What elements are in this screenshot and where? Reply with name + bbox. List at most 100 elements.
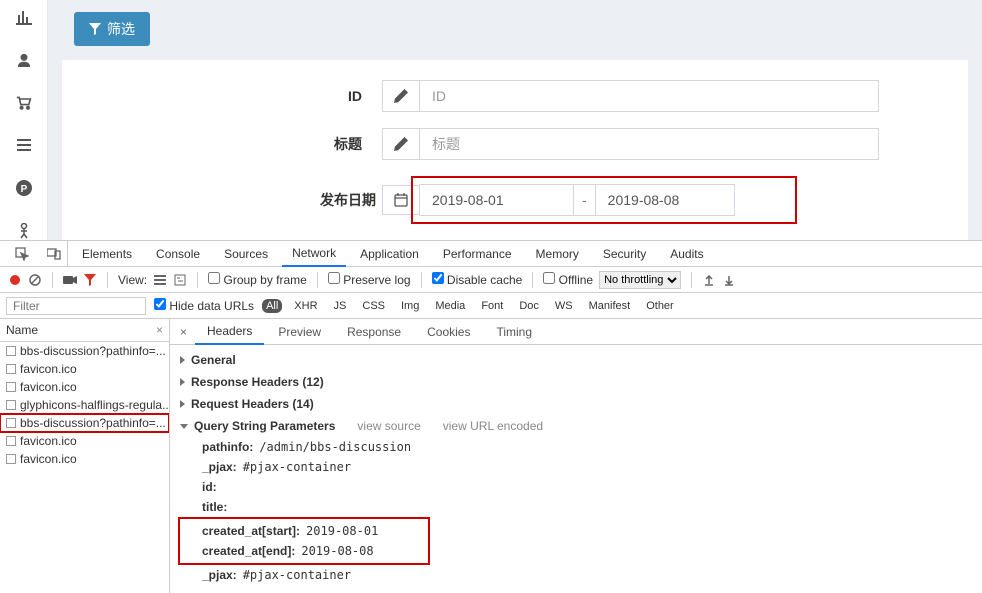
file-icon [6,436,16,446]
detail-tab-response[interactable]: Response [335,319,413,345]
upload-icon[interactable] [702,273,716,287]
tab-audits[interactable]: Audits [660,241,713,267]
offline[interactable]: Offline [543,272,593,287]
close-detail-icon[interactable]: × [174,325,193,339]
param-key: id: [202,478,217,496]
devtools: Elements Console Sources Network Applica… [0,240,982,593]
type-manifest[interactable]: Manifest [585,299,635,313]
type-all[interactable]: All [262,299,282,313]
type-doc[interactable]: Doc [515,299,543,313]
tab-elements[interactable]: Elements [72,241,142,267]
inspect-icon[interactable] [8,241,36,267]
detail-tabs: × Headers Preview Response Cookies Timin… [170,319,982,345]
file-icon [6,454,16,464]
type-font[interactable]: Font [477,299,507,313]
clear-icon[interactable] [28,273,42,287]
network-toolbar: View: Group by frame Preserve log Disabl… [0,267,982,293]
form-row-id: ID [102,80,928,112]
file-icon [6,400,16,410]
section-general[interactable]: General [180,349,972,371]
id-label: ID [102,88,382,104]
detail-tab-timing[interactable]: Timing [484,319,544,345]
cart-icon[interactable] [14,93,34,112]
main-content: 筛选 ID 标题 [48,0,982,240]
section-query-params[interactable]: Query String Parameters view source view… [180,415,972,437]
detail-tab-preview[interactable]: Preview [266,319,333,345]
view-list-icon[interactable] [153,273,167,287]
param-value: #pjax-container [243,566,351,584]
param-row: id: [180,477,972,497]
request-item[interactable]: favicon.ico [0,378,169,396]
group-by-frame[interactable]: Group by frame [208,272,307,287]
param-key: title: [202,498,227,516]
param-row: created_at[end]:2019-08-08 [180,541,428,561]
preserve-log[interactable]: Preserve log [328,272,411,287]
request-list-header[interactable]: Name × [0,319,169,342]
tab-memory[interactable]: Memory [526,241,589,267]
request-name: favicon.ico [20,362,77,376]
devtools-tabbar: Elements Console Sources Network Applica… [0,241,982,267]
param-key: _pjax: [202,458,237,476]
section-response-headers[interactable]: Response Headers (12) [180,371,972,393]
date-start-input[interactable] [419,184,574,216]
type-css[interactable]: CSS [358,299,389,313]
request-name: favicon.ico [20,452,77,466]
download-icon[interactable] [722,273,736,287]
throttling-select[interactable]: No throttling [599,271,681,289]
chart-icon[interactable] [14,8,34,27]
filter-button[interactable]: 筛选 [74,12,150,46]
view-waterfall-icon[interactable] [173,273,187,287]
filter-toggle-icon[interactable] [83,273,97,287]
view-source-link[interactable]: view source [357,417,420,435]
type-media[interactable]: Media [431,299,469,313]
device-mode-icon[interactable] [40,241,68,267]
tab-performance[interactable]: Performance [433,241,522,267]
param-row: _pjax:#pjax-container [180,565,972,585]
caret-icon [180,378,185,386]
param-row: title: [180,497,972,517]
bars-icon[interactable] [14,136,34,155]
date-separator: - [574,184,595,216]
param-row: pathinfo:/admin/bbs-discussion [180,437,972,457]
funnel-icon [89,23,101,35]
type-js[interactable]: JS [330,299,351,313]
user-outline-icon[interactable] [14,221,34,240]
file-icon [6,346,16,356]
request-item[interactable]: favicon.ico [0,432,169,450]
type-ws[interactable]: WS [551,299,577,313]
date-label: 发布日期 [102,190,382,210]
disable-cache[interactable]: Disable cache [432,272,523,287]
user-icon[interactable] [14,51,34,70]
type-xhr[interactable]: XHR [290,299,321,313]
hide-data-urls[interactable]: Hide data URLs [154,298,254,313]
title-input[interactable] [419,128,879,160]
param-value: /admin/bbs-discussion [259,438,411,456]
type-other[interactable]: Other [642,299,678,313]
tab-application[interactable]: Application [350,241,429,267]
record-icon[interactable] [8,273,22,287]
request-name: favicon.ico [20,380,77,394]
pencil-icon [382,80,419,112]
section-request-headers[interactable]: Request Headers (14) [180,393,972,415]
detail-tab-headers[interactable]: Headers [195,319,264,345]
request-item[interactable]: bbs-discussion?pathinfo=... [0,414,169,432]
detail-tab-cookies[interactable]: Cookies [415,319,482,345]
param-key: created_at[end]: [202,542,295,560]
request-item[interactable]: glyphicons-halflings-regula... [0,396,169,414]
type-img[interactable]: Img [397,299,423,313]
date-end-input[interactable] [595,184,735,216]
svg-text:P: P [20,184,27,195]
filter-input[interactable] [6,297,146,315]
highlighted-params: created_at[start]:2019-08-01created_at[e… [178,517,430,565]
tab-sources[interactable]: Sources [214,241,278,267]
tab-console[interactable]: Console [146,241,210,267]
camera-icon[interactable] [63,273,77,287]
circle-p-icon[interactable]: P [14,179,34,198]
view-url-encoded-link[interactable]: view URL encoded [443,417,543,435]
request-item[interactable]: favicon.ico [0,450,169,468]
tab-security[interactable]: Security [593,241,656,267]
request-item[interactable]: bbs-discussion?pathinfo=... [0,342,169,360]
tab-network[interactable]: Network [282,241,346,267]
request-item[interactable]: favicon.ico [0,360,169,378]
id-input[interactable] [419,80,879,112]
